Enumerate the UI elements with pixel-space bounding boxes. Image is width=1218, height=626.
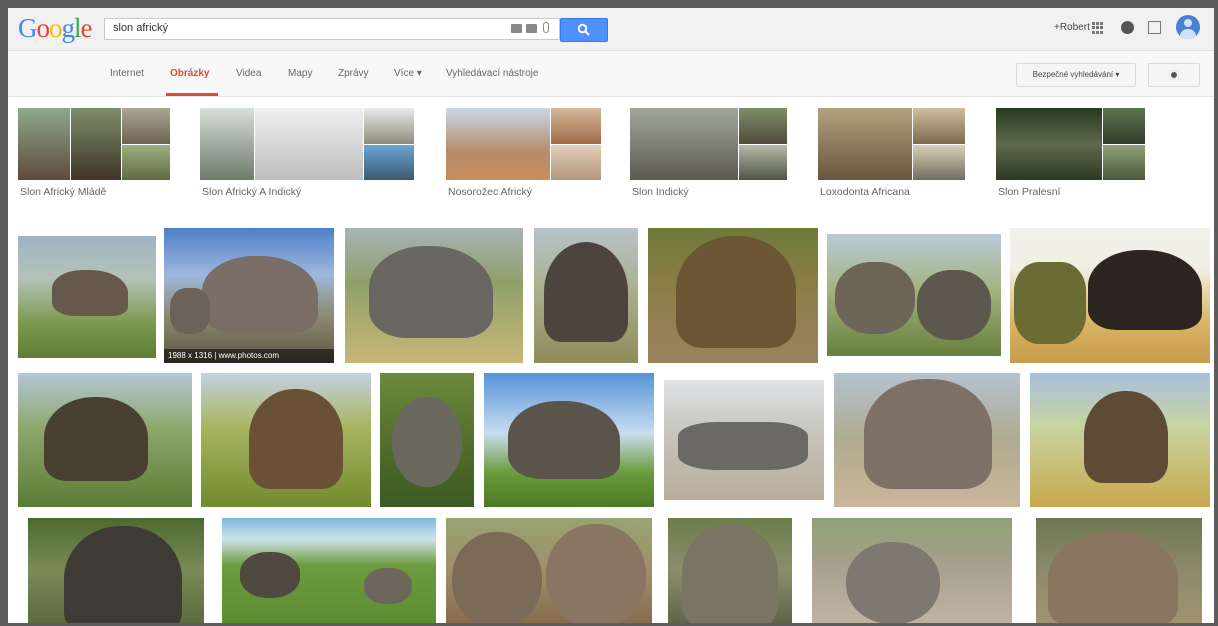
share-icon[interactable] [1148, 21, 1161, 34]
image-result[interactable] [812, 518, 1012, 623]
search-input[interactable]: slon africký [104, 18, 560, 40]
tab-videos[interactable]: Videa [236, 68, 261, 79]
image-result[interactable] [484, 373, 654, 507]
camera-icon[interactable] [511, 24, 522, 33]
image-result[interactable] [668, 518, 792, 623]
image-result[interactable] [834, 373, 1020, 507]
user-name-link[interactable]: +Robert [1054, 22, 1090, 33]
related-label: Slon Africký A Indický [202, 186, 302, 198]
tab-more[interactable]: Více ▾ [394, 68, 422, 79]
related-label: Slon Africký Mládě [20, 186, 107, 198]
image-result[interactable] [18, 236, 156, 358]
image-result[interactable]: 1988 x 1316 | www.photos.com [164, 228, 334, 363]
notifications-icon[interactable] [1121, 21, 1134, 34]
search-button[interactable] [560, 18, 608, 42]
settings-button[interactable] [1148, 63, 1200, 87]
image-result[interactable] [1010, 228, 1210, 363]
image-result[interactable] [380, 373, 474, 507]
tab-internet[interactable]: Internet [110, 68, 144, 79]
microphone-icon[interactable] [543, 22, 549, 33]
tab-maps[interactable]: Mapy [288, 68, 312, 79]
image-result[interactable] [534, 228, 638, 363]
safesearch-button[interactable]: Bezpečné vyhledávání ▾ [1016, 63, 1136, 87]
image-result[interactable] [1030, 373, 1210, 507]
image-result[interactable] [446, 518, 652, 623]
related-label: Nosorožec Africký [448, 186, 533, 198]
keyboard-icon[interactable] [526, 24, 537, 33]
image-result[interactable] [648, 228, 818, 363]
image-result[interactable] [1036, 518, 1202, 623]
active-tab-indicator [166, 93, 218, 96]
related-label: Slon Pralesní [998, 186, 1061, 198]
google-logo[interactable]: Google [18, 13, 92, 44]
avatar[interactable] [1176, 15, 1200, 39]
tab-news[interactable]: Zprávy [338, 68, 369, 79]
image-result[interactable] [827, 234, 1001, 356]
image-result[interactable] [345, 228, 523, 363]
image-result[interactable] [28, 518, 204, 623]
browser-page: Google slon africký +Robert Internet Obr… [8, 8, 1214, 623]
search-query-text: slon africký [113, 22, 169, 34]
tab-images[interactable]: Obrázky [170, 68, 209, 79]
image-result[interactable] [664, 380, 824, 500]
search-icon [577, 23, 590, 36]
image-result[interactable] [201, 373, 371, 507]
gear-icon [1169, 70, 1179, 80]
top-bar: Google slon africký +Robert [8, 8, 1214, 51]
image-result[interactable] [222, 518, 436, 623]
related-label: Loxodonta Africana [820, 186, 910, 198]
apps-grid-icon[interactable] [1092, 22, 1104, 34]
tab-search-tools[interactable]: Vyhledávací nástroje [446, 68, 538, 79]
related-label: Slon Indický [632, 186, 689, 198]
search-tabs: Internet Obrázky Videa Mapy Zprávy Více … [8, 51, 1214, 97]
image-result[interactable] [18, 373, 192, 507]
image-caption: 1988 x 1316 | www.photos.com [164, 349, 334, 363]
